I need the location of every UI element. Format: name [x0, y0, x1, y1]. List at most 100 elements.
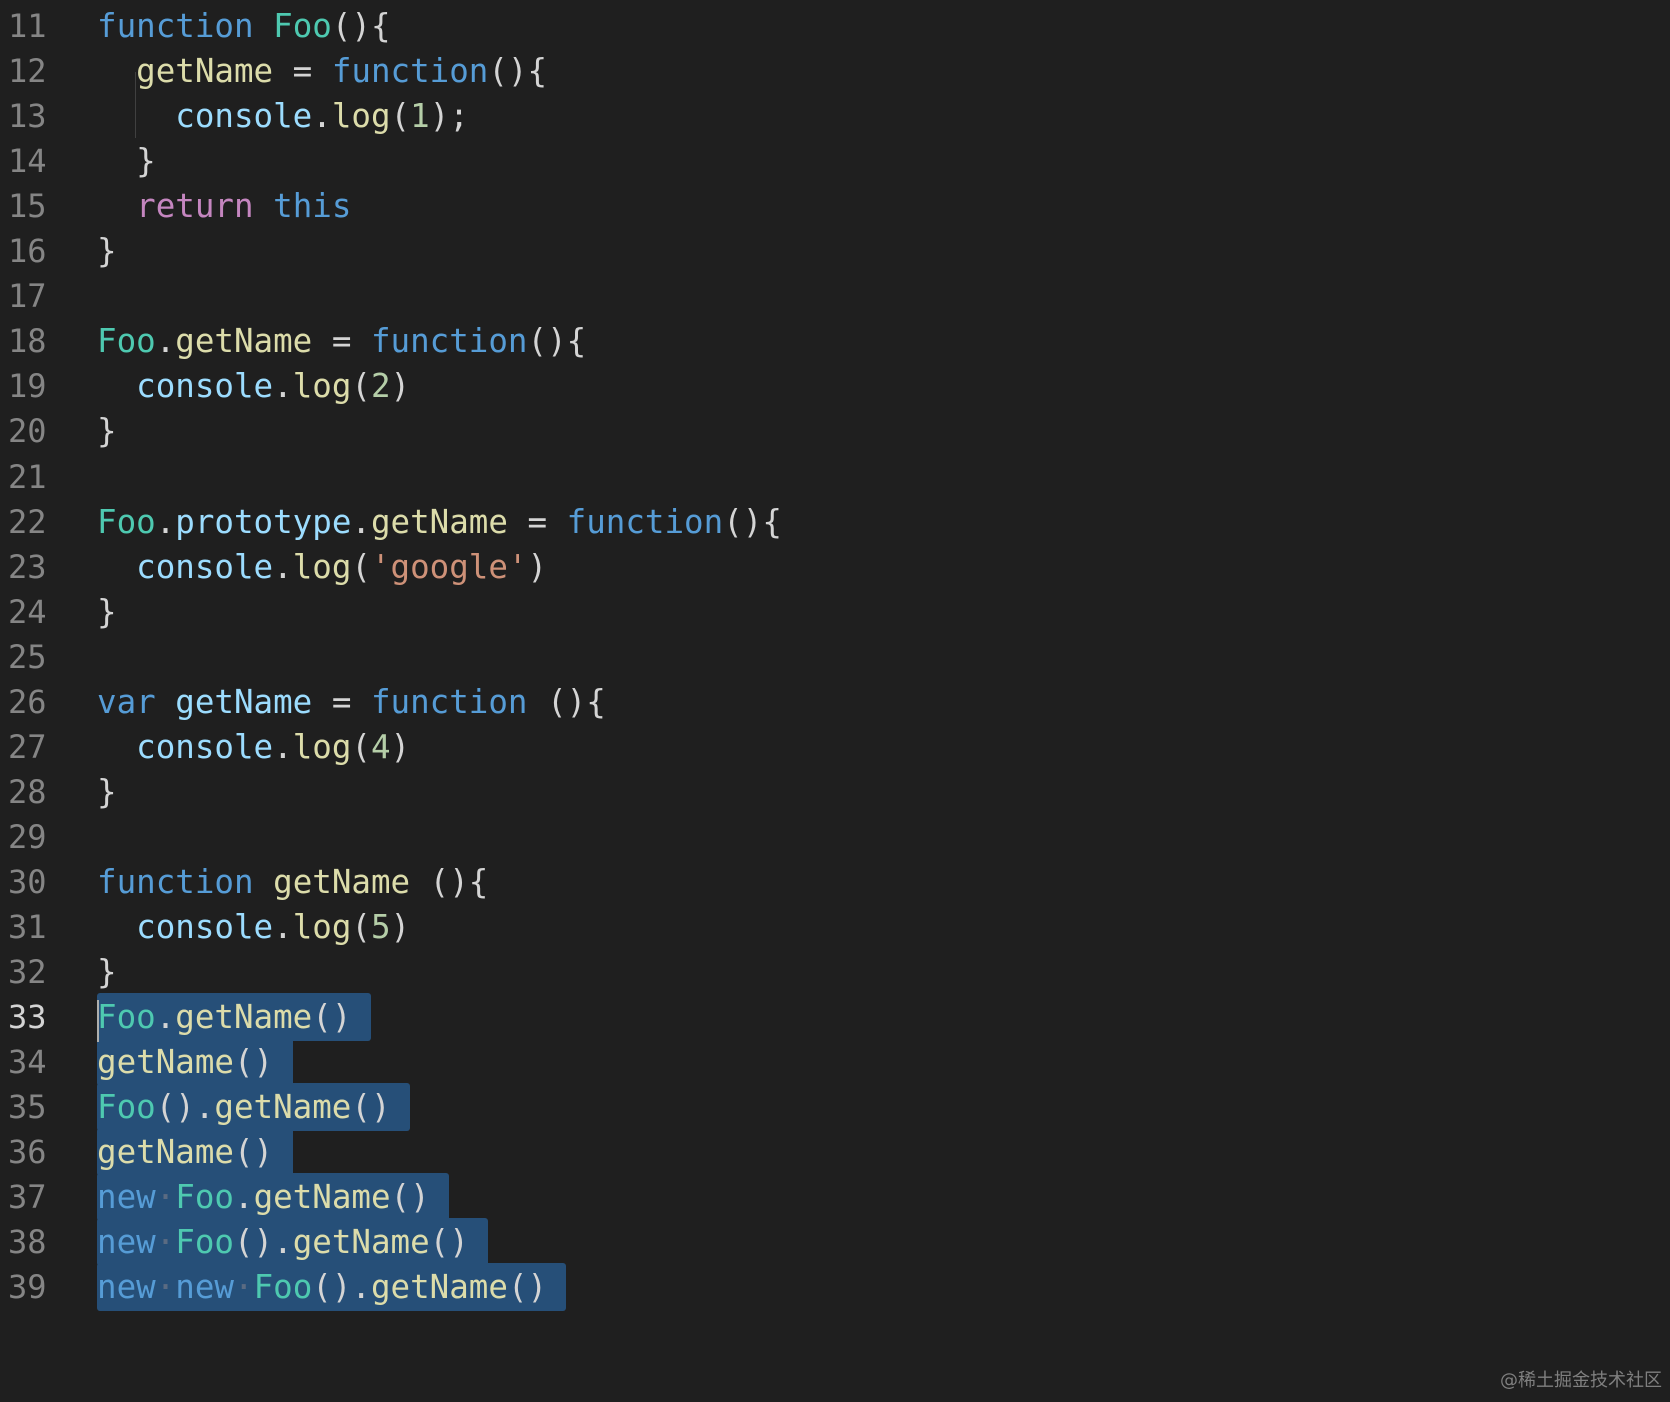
- code-line[interactable]: 19 console.log(2): [0, 362, 1670, 410]
- code-line[interactable]: 11 function Foo(){: [0, 2, 1670, 50]
- code-line[interactable]: 21: [0, 453, 1670, 501]
- line-number: 20: [8, 412, 47, 451]
- code-text[interactable]: function getName (){: [97, 858, 488, 906]
- code-line[interactable]: 33 Foo.getName(): [0, 993, 1670, 1042]
- code-token: =: [312, 682, 371, 721]
- code-line[interactable]: 14 }: [0, 137, 1670, 185]
- code-token: }: [97, 953, 117, 992]
- code-text[interactable]: console.log(2): [97, 362, 410, 410]
- code-token: (){: [331, 7, 391, 45]
- code-text[interactable]: }: [97, 407, 117, 455]
- code-line[interactable]: 12 getName = function(){: [0, 47, 1670, 95]
- code-text[interactable]: }: [97, 768, 117, 816]
- line-number: 25: [8, 637, 47, 676]
- code-line[interactable]: 23 console.log('google'): [0, 543, 1670, 591]
- code-text[interactable]: new·Foo().getName(): [97, 1218, 469, 1266]
- code-token: return: [136, 187, 254, 226]
- code-token: new: [175, 1268, 234, 1307]
- code-token: console: [175, 97, 313, 136]
- code-line[interactable]: 17: [0, 272, 1670, 320]
- code-token: (: [351, 727, 371, 766]
- code-text[interactable]: Foo.getName(): [97, 993, 351, 1041]
- code-line[interactable]: 38 new·Foo().getName(): [0, 1218, 1670, 1267]
- code-line[interactable]: 29: [0, 813, 1670, 861]
- code-token: .: [273, 908, 293, 946]
- line-number: 38: [8, 1223, 47, 1262]
- code-line[interactable]: 31 console.log(5): [0, 903, 1670, 951]
- code-token: .: [273, 727, 293, 766]
- code-token: function: [566, 502, 724, 541]
- code-token: getName: [370, 502, 508, 541]
- code-token: this: [273, 187, 352, 226]
- watermark-text: @稀土掘金技术社区: [1500, 1370, 1662, 1391]
- code-token: ().: [155, 1088, 215, 1127]
- code-text[interactable]: Foo().getName(): [97, 1083, 391, 1131]
- code-editor[interactable]: 11 function Foo(){12 getName = function()…: [0, 0, 1670, 1402]
- code-text[interactable]: }: [97, 948, 117, 996]
- code-token: getName: [292, 1223, 430, 1262]
- code-line[interactable]: 30 function getName (){: [0, 858, 1670, 906]
- code-line[interactable]: 37 new·Foo.getName(): [0, 1173, 1670, 1222]
- code-line[interactable]: 32}: [0, 948, 1670, 996]
- line-number: 36: [8, 1133, 47, 1172]
- code-token: Foo: [97, 998, 156, 1037]
- code-line[interactable]: 13 console.log(1);: [0, 92, 1670, 140]
- code-text[interactable]: getName(): [97, 1038, 273, 1086]
- code-token: getName: [175, 998, 313, 1037]
- code-line[interactable]: 28}: [0, 768, 1670, 816]
- code-text[interactable]: console.log('google'): [97, 543, 547, 591]
- code-token: log: [292, 908, 352, 946]
- code-line[interactable]: 15 return this: [0, 182, 1670, 230]
- code-token: );: [429, 97, 469, 136]
- code-line[interactable]: 25: [0, 633, 1670, 681]
- code-text[interactable]: getName(): [97, 1128, 273, 1176]
- code-text[interactable]: var getName = function (){: [97, 678, 606, 726]
- line-number: 11: [8, 7, 47, 45]
- code-text[interactable]: console.log(4): [97, 723, 410, 771]
- line-number: 23: [8, 547, 47, 586]
- code-line[interactable]: 18 Foo.getName = function(){: [0, 317, 1670, 365]
- line-number: 12: [8, 52, 47, 91]
- line-number: 31: [8, 908, 47, 946]
- code-text[interactable]: console.log(5): [97, 903, 410, 951]
- code-line[interactable]: 16}: [0, 227, 1670, 275]
- code-line[interactable]: 27 console.log(4): [0, 723, 1670, 771]
- code-text[interactable]: new·new·Foo().getName(): [97, 1263, 547, 1311]
- code-token: (){: [410, 862, 489, 901]
- code-text[interactable]: Foo.prototype.getName = function(){: [97, 498, 782, 546]
- code-line[interactable]: 22 Foo.prototype.getName = function(){: [0, 498, 1670, 546]
- code-token: log: [292, 727, 352, 766]
- code-text[interactable]: getName = function(){: [97, 47, 547, 95]
- code-token: new: [97, 1268, 156, 1307]
- code-line[interactable]: 36 getName(): [0, 1128, 1670, 1177]
- code-text[interactable]: return this: [97, 182, 351, 230]
- code-text[interactable]: }: [97, 588, 117, 636]
- code-text[interactable]: Foo.getName = function(){: [97, 317, 586, 365]
- code-text[interactable]: function Foo(){: [97, 2, 391, 50]
- code-line[interactable]: 35 Foo().getName(): [0, 1083, 1670, 1132]
- code-token: .: [273, 367, 293, 406]
- line-number: 16: [8, 232, 47, 271]
- code-line[interactable]: 20}: [0, 407, 1670, 455]
- code-text[interactable]: }: [97, 227, 117, 275]
- code-token: getName: [273, 862, 411, 901]
- code-token: (): [429, 1223, 469, 1262]
- code-token: getName: [175, 322, 313, 361]
- code-line[interactable]: 26 var getName = function (){: [0, 678, 1670, 726]
- code-token: function: [370, 322, 528, 361]
- line-number: 39: [8, 1268, 47, 1307]
- code-text[interactable]: }: [97, 137, 156, 185]
- code-text[interactable]: new·Foo.getName(): [97, 1173, 430, 1221]
- code-token: (: [351, 547, 371, 586]
- code-token: ): [390, 908, 411, 946]
- code-token: console: [136, 367, 274, 406]
- code-line[interactable]: 39 new·new·Foo().getName(): [0, 1263, 1670, 1312]
- code-text[interactable]: console.log(1);: [97, 92, 469, 140]
- line-number: 24: [8, 592, 47, 631]
- text-cursor: [97, 1000, 99, 1042]
- code-line[interactable]: 34 getName(): [0, 1038, 1670, 1087]
- line-number: 32: [8, 953, 47, 992]
- code-token: Foo: [175, 1223, 234, 1262]
- code-line[interactable]: 24}: [0, 588, 1670, 636]
